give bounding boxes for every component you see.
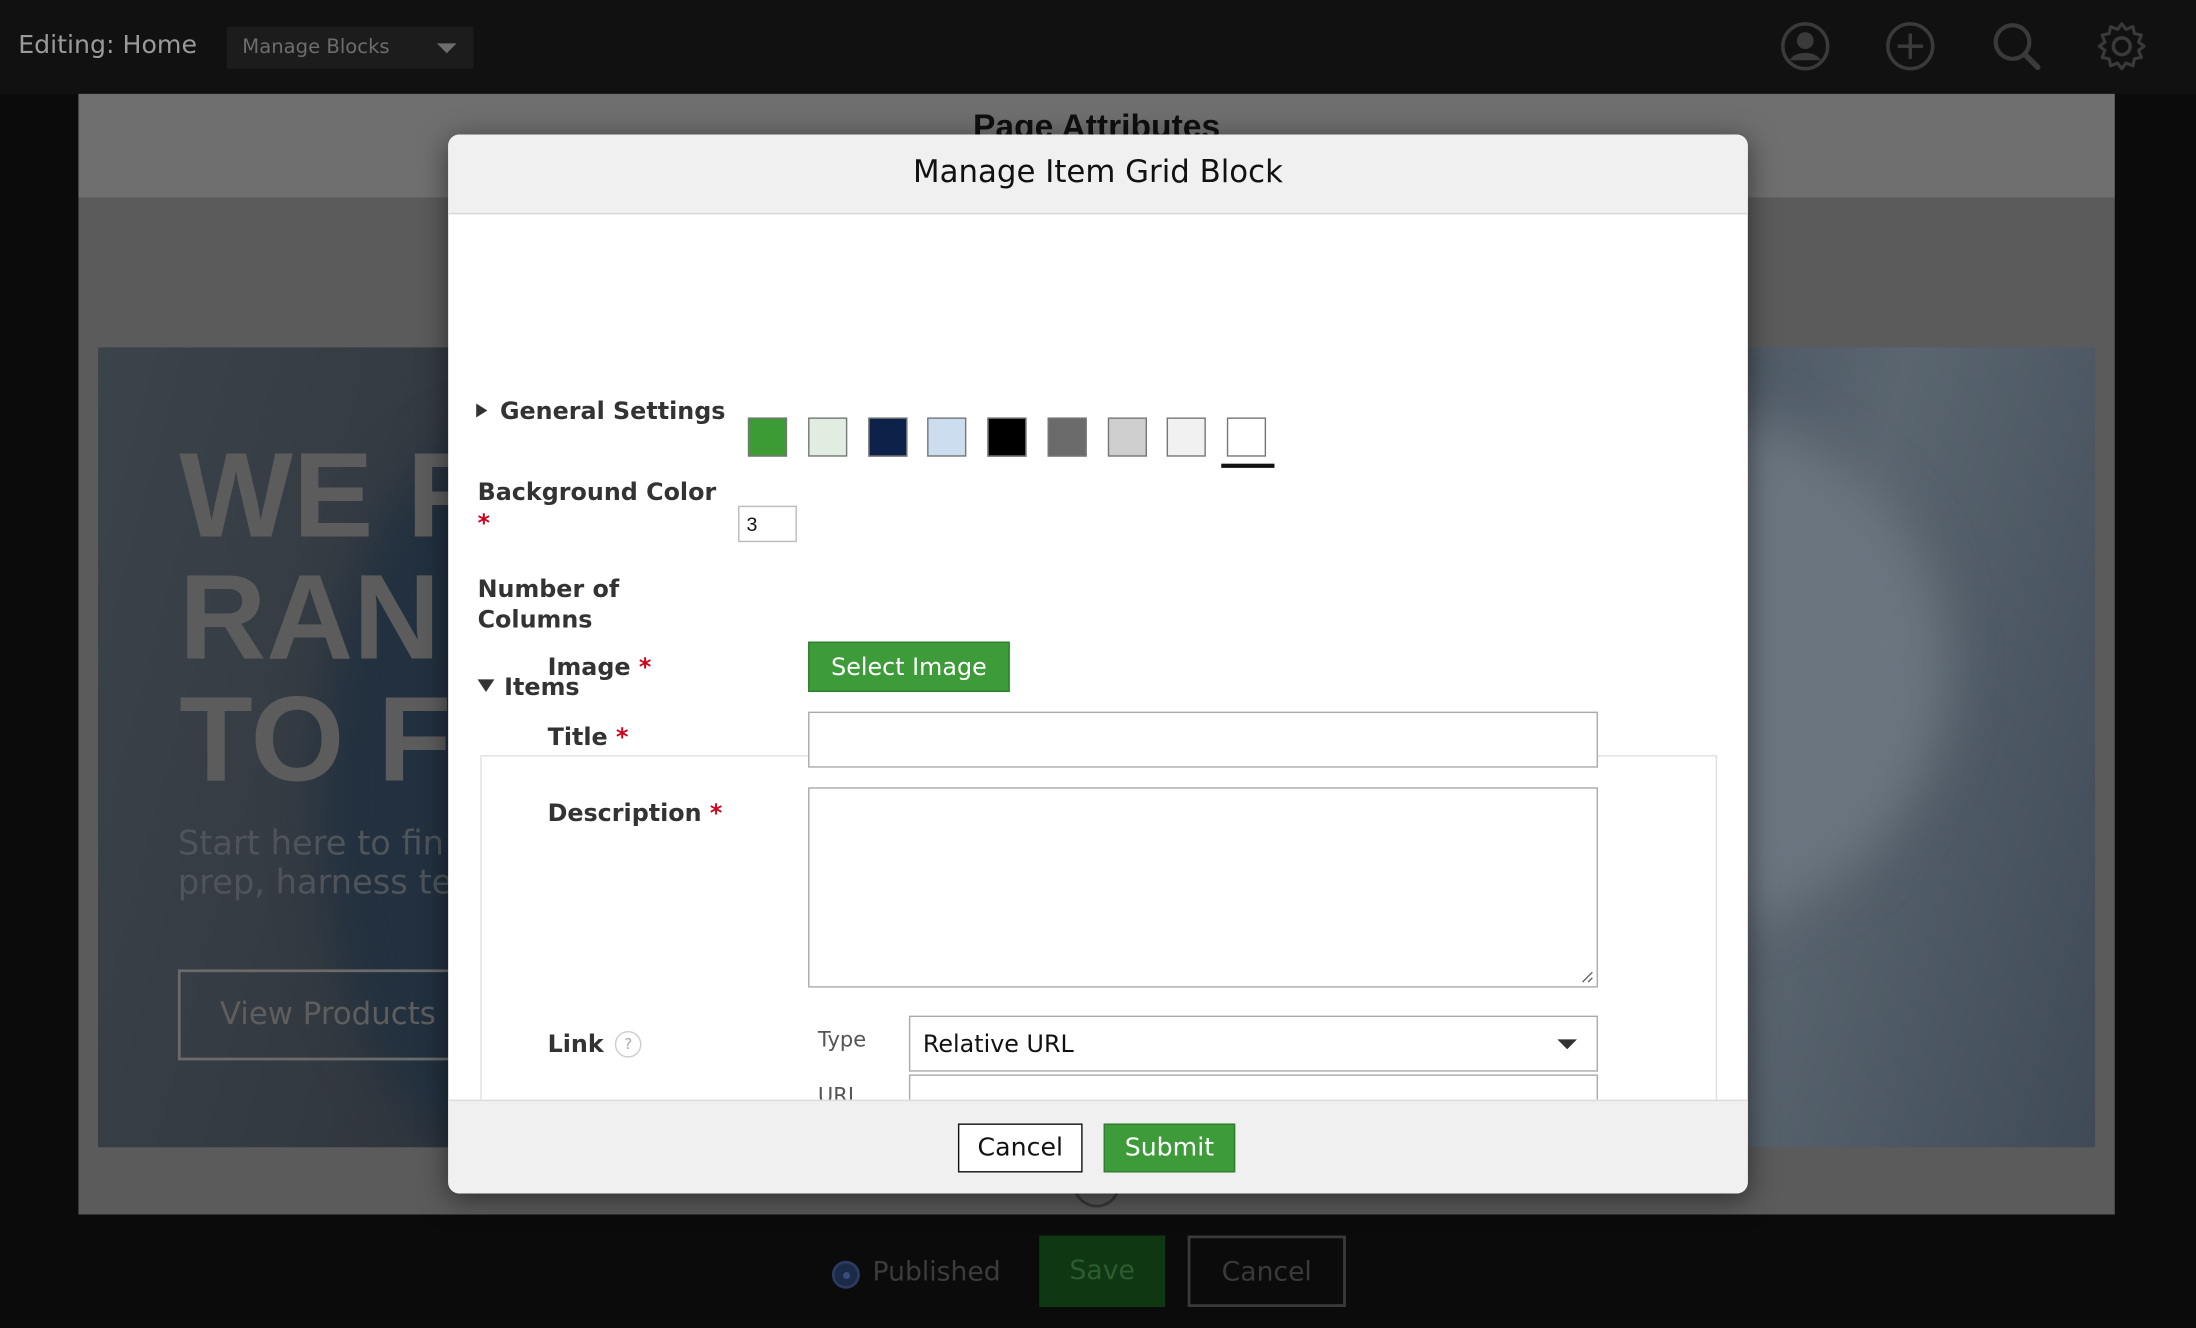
number-of-columns-label: Number of Columns — [477, 575, 620, 635]
description-label-text: Description — [547, 799, 702, 828]
background-color-label: Background Color * — [478, 478, 730, 540]
link-url-input[interactable] — [908, 1074, 1598, 1100]
screen: Editing: Home Manage Blocks Page Attribu… — [0, 0, 2196, 1328]
swatch-green[interactable] — [747, 417, 788, 457]
required-mark: * — [477, 509, 491, 538]
swatch-light-gray[interactable] — [1107, 417, 1148, 457]
triangle-right-icon — [476, 403, 488, 418]
description-label: Description * — [548, 798, 723, 829]
swatch-black[interactable] — [987, 417, 1027, 457]
modal-body: General Settings Background Color * Numb… — [448, 214, 1748, 1100]
required-mark: * — [709, 799, 723, 828]
general-settings-label: General Settings — [499, 397, 726, 426]
submit-button[interactable]: Submit — [1103, 1123, 1236, 1173]
required-mark: * — [616, 724, 629, 753]
number-of-columns-input[interactable] — [738, 505, 797, 543]
link-type-label: Type — [817, 1026, 867, 1053]
swatch-off-white[interactable] — [1166, 417, 1206, 457]
help-icon[interactable]: ? — [614, 1031, 642, 1058]
image-label-text: Image — [547, 654, 631, 683]
swatch-navy[interactable] — [868, 417, 908, 457]
swatch-white[interactable] — [1226, 417, 1267, 457]
cancel-button[interactable]: Cancel — [957, 1123, 1083, 1173]
description-textarea[interactable] — [808, 787, 1598, 988]
swatch-dark-gray[interactable] — [1047, 417, 1087, 457]
select-image-button[interactable]: Select Image — [808, 641, 1010, 693]
link-label: Link? — [548, 1030, 642, 1061]
chevron-down-icon — [1557, 1039, 1577, 1050]
swatch-light-green[interactable] — [808, 417, 848, 457]
title-input[interactable] — [808, 711, 1598, 768]
required-mark: * — [638, 654, 652, 683]
link-url-label: URL — [817, 1082, 860, 1100]
triangle-down-icon — [477, 679, 495, 693]
modal-header: Manage Item Grid Block — [448, 134, 1748, 215]
manage-item-grid-modal: Manage Item Grid Block General Settings … — [448, 134, 1748, 1194]
link-type-value: Relative URL — [922, 1031, 1074, 1060]
modal-footer: Cancel Submit — [448, 1099, 1748, 1194]
swatch-light-blue[interactable] — [927, 417, 967, 457]
modal-title: Manage Item Grid Block — [913, 155, 1283, 191]
resize-grip-icon[interactable] — [1580, 969, 1594, 983]
selected-swatch-indicator — [1221, 463, 1275, 468]
image-label: Image * — [548, 653, 652, 684]
link-label-text: Link — [547, 1031, 604, 1060]
title-label: Title * — [548, 723, 629, 754]
general-settings-toggle[interactable]: General Settings — [476, 398, 725, 426]
title-label-text: Title — [547, 724, 608, 753]
link-type-select[interactable]: Relative URL — [908, 1015, 1598, 1072]
background-color-text: Background Color — [477, 479, 717, 508]
